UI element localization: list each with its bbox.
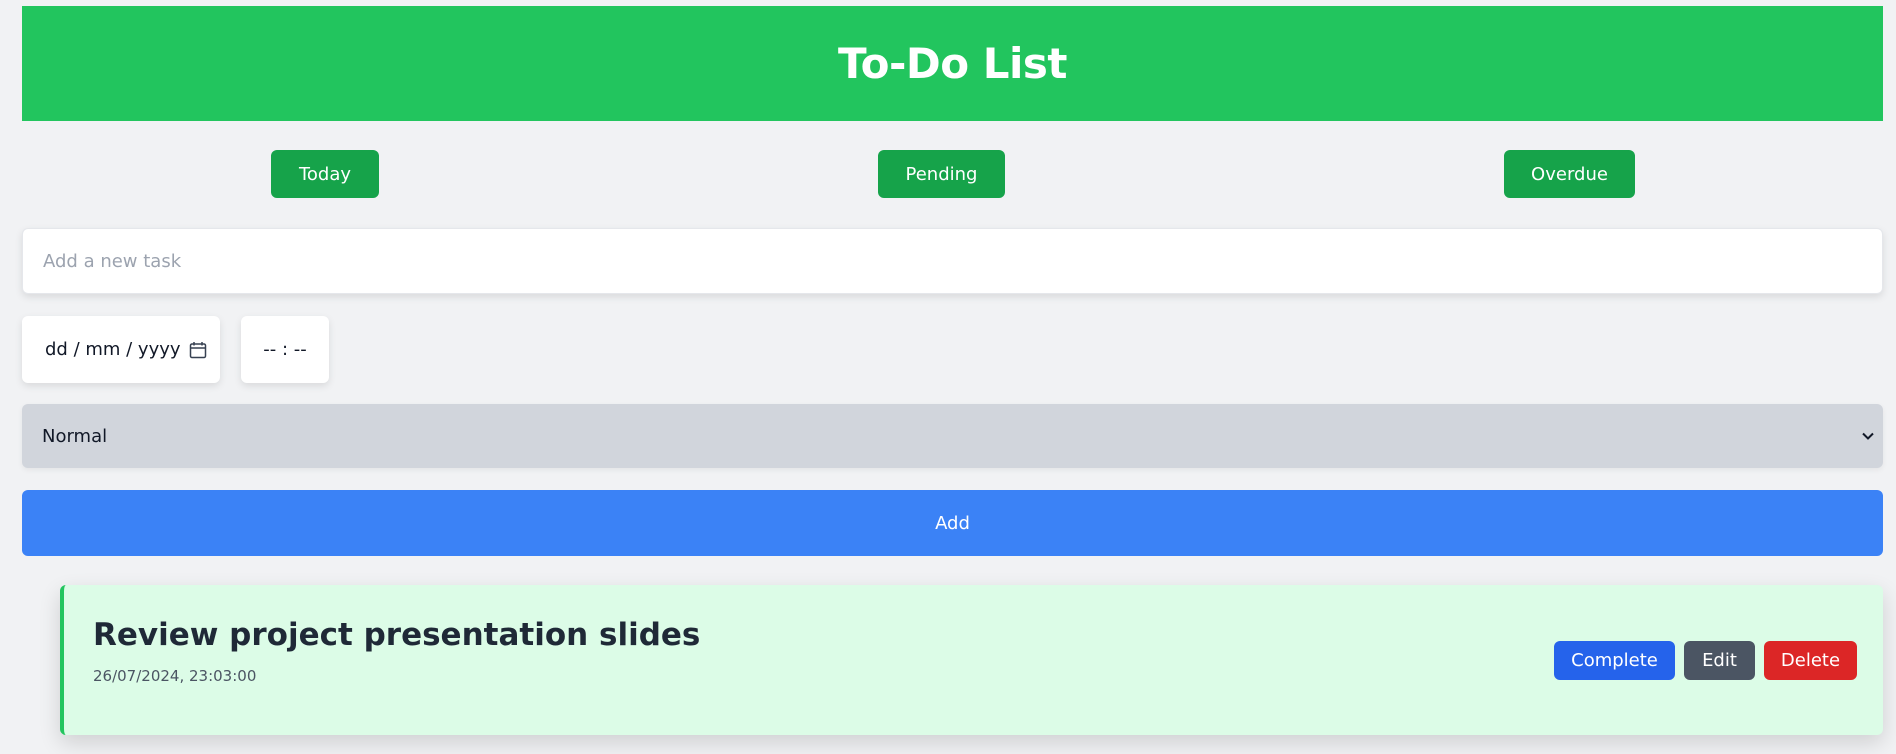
delete-button[interactable]: Delete xyxy=(1764,641,1857,680)
page-title: To-Do List xyxy=(838,39,1067,88)
task-item: Review project presentation slides 26/07… xyxy=(60,585,1883,735)
priority-select[interactable]: Normal xyxy=(22,404,1883,468)
task-title: Review project presentation slides xyxy=(93,617,701,653)
priority-selected-value: Normal xyxy=(42,425,108,447)
time-input[interactable]: -- : -- xyxy=(241,316,329,383)
complete-button[interactable]: Complete xyxy=(1554,641,1675,680)
date-input[interactable]: dd / mm / yyyy xyxy=(22,316,220,383)
task-actions: Complete Edit Delete xyxy=(1554,641,1857,680)
calendar-icon[interactable] xyxy=(189,341,207,359)
add-task-button[interactable]: Add xyxy=(22,490,1883,556)
date-placeholder: dd / mm / yyyy xyxy=(45,339,181,360)
filter-overdue-button[interactable]: Overdue xyxy=(1504,150,1635,198)
chevron-down-icon xyxy=(1862,432,1874,440)
filter-today-button[interactable]: Today xyxy=(271,150,379,198)
filter-pending-button[interactable]: Pending xyxy=(878,150,1005,198)
task-datetime: 26/07/2024, 23:03:00 xyxy=(93,667,257,685)
task-input[interactable] xyxy=(22,228,1883,294)
time-placeholder: -- : -- xyxy=(263,339,307,360)
edit-button[interactable]: Edit xyxy=(1684,641,1755,680)
page-header: To-Do List xyxy=(22,6,1883,121)
